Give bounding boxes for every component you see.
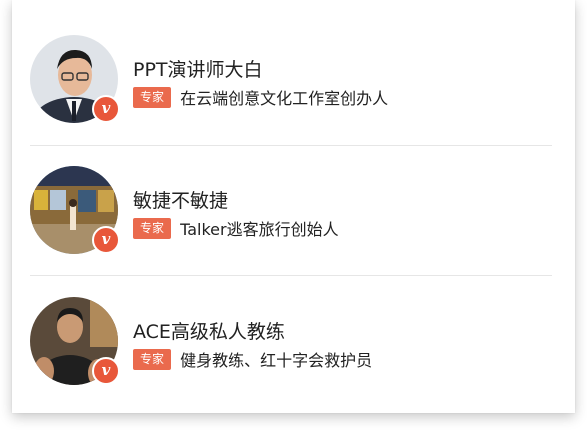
verified-v-icon: v <box>92 357 120 385</box>
expert-tag-badge: 专家 <box>133 86 172 108</box>
expert-description: Talker逃客旅行创始人 <box>180 220 339 239</box>
expert-tagline: 专家 Talker逃客旅行创始人 <box>133 216 339 240</box>
avatar-wrap[interactable]: v <box>30 35 120 123</box>
expert-tagline: 专家 健身教练、红十字会救护员 <box>133 347 372 371</box>
verified-v-icon: v <box>92 95 120 123</box>
divider <box>30 275 552 276</box>
expert-description: 健身教练、红十字会救护员 <box>180 351 373 370</box>
expert-name[interactable]: PPT演讲师大白 <box>133 55 263 82</box>
expert-list-card: v PPT演讲师大白 专家 在云端创意文化工作室创办人 v 敏捷不敏捷 专家 T… <box>12 0 575 413</box>
avatar-wrap[interactable]: v <box>30 166 120 254</box>
expert-name[interactable]: ACE高级私人教练 <box>133 317 285 344</box>
expert-description: 在云端创意文化工作室创办人 <box>180 89 389 108</box>
expert-tag-badge: 专家 <box>133 217 172 239</box>
list-item[interactable]: v 敏捷不敏捷 专家 Talker逃客旅行创始人 <box>30 166 552 296</box>
list-item[interactable]: v ACE高级私人教练 专家 健身教练、红十字会救护员 <box>30 297 552 427</box>
expert-tagline: 专家 在云端创意文化工作室创办人 <box>133 85 388 109</box>
expert-name[interactable]: 敏捷不敏捷 <box>133 186 228 213</box>
divider <box>30 145 552 146</box>
avatar-wrap[interactable]: v <box>30 297 120 385</box>
expert-tag-badge: 专家 <box>133 348 172 370</box>
verified-v-icon: v <box>92 226 120 254</box>
